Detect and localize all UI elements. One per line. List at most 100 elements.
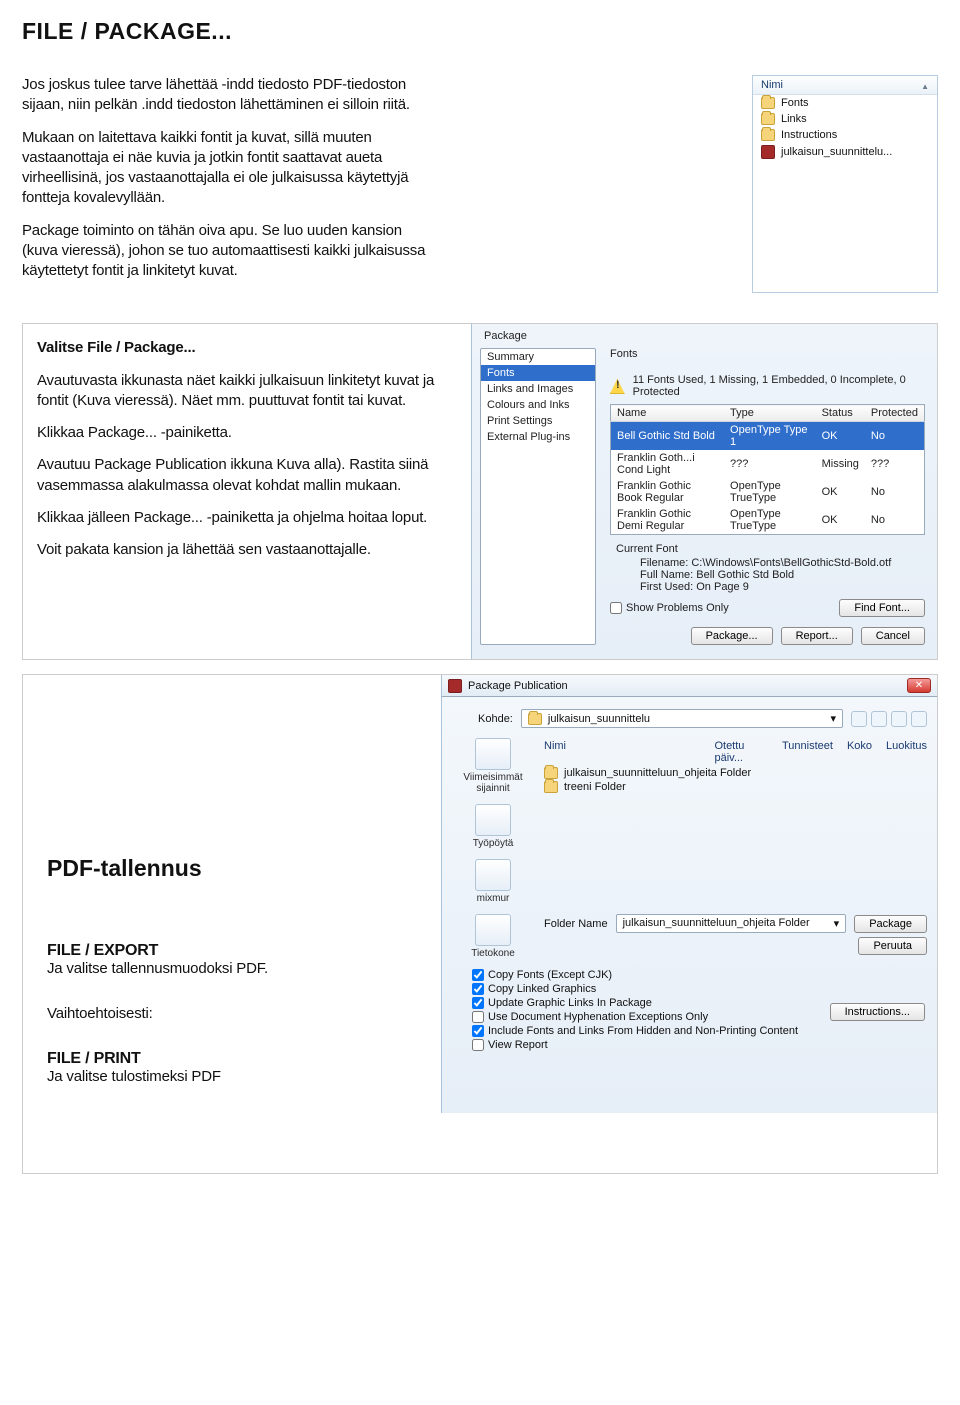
ppub-package-button[interactable]: Package xyxy=(854,915,927,933)
chevron-down-icon: ▾ xyxy=(834,917,840,930)
cell: ??? xyxy=(724,450,816,478)
report-button[interactable]: Report... xyxy=(781,627,853,645)
nimi-item-label: Fonts xyxy=(781,97,809,109)
page-heading: FILE / PACKAGE... xyxy=(22,18,938,45)
intro-row: Jos joskus tulee tarve lähettää -indd ti… xyxy=(22,75,938,293)
opt-label: Use Document Hyphenation Exceptions Only xyxy=(488,1011,708,1023)
opt-label: Include Fonts and Links From Hidden and … xyxy=(488,1025,798,1037)
place-computer[interactable]: Tietokone xyxy=(452,914,534,959)
folder-name-input[interactable]: julkaisun_suunnitteluun_ohjeita Folder ▾ xyxy=(616,914,847,933)
indesign-file-icon xyxy=(761,145,775,159)
place-user[interactable]: mixmur xyxy=(452,859,534,904)
cell: OK xyxy=(816,506,865,535)
kohde-label: Kohde: xyxy=(478,713,513,725)
opt-copy-fonts[interactable]: Copy Fonts (Except CJK) xyxy=(472,969,927,981)
nimi-item-fonts[interactable]: Fonts xyxy=(753,95,937,111)
export-section: FILE / EXPORT Ja valitse tallennusmuodok… xyxy=(47,942,423,977)
export-text: Ja valitse tallennusmuodoksi PDF. xyxy=(47,960,423,977)
package-dialog-title: Package xyxy=(480,328,929,348)
place-label: Tietokone xyxy=(452,948,534,959)
pkg-side-colours[interactable]: Colours and Inks xyxy=(481,397,595,413)
new-folder-icon[interactable] xyxy=(891,711,907,727)
package-category-list: Summary Fonts Links and Images Colours a… xyxy=(480,348,596,645)
intro-p2: Mukaan on laitettava kaikki fontit ja ku… xyxy=(22,128,438,209)
opt-label: Copy Fonts (Except CJK) xyxy=(488,969,612,981)
file-row[interactable]: julkaisun_suunnitteluun_ohjeita Folder xyxy=(544,766,927,780)
nimi-item-links[interactable]: Links xyxy=(753,111,937,127)
opt-include-hidden[interactable]: Include Fonts and Links From Hidden and … xyxy=(472,1025,927,1037)
nimi-item-label: Links xyxy=(781,113,807,125)
pkg-side-fonts[interactable]: Fonts xyxy=(481,365,595,381)
cancel-button[interactable]: Cancel xyxy=(861,627,925,645)
nimi-item-indd[interactable]: julkaisun_suunnittelu... xyxy=(753,143,937,161)
show-problems-label: Show Problems Only xyxy=(626,602,729,614)
pkg-side-links[interactable]: Links and Images xyxy=(481,381,595,397)
pdf-heading: PDF-tallennus xyxy=(47,855,423,882)
destination-row: Kohde: julkaisun_suunnittelu ▾ xyxy=(478,709,927,728)
col-tags[interactable]: Tunnisteet xyxy=(782,740,833,764)
chevron-down-icon: ▾ xyxy=(830,712,836,725)
col-type[interactable]: Type xyxy=(724,405,816,422)
opt-copy-graphics[interactable]: Copy Linked Graphics xyxy=(472,983,927,995)
nimi-panel: Nimi ▲ Fonts Links Instructions julkaisu… xyxy=(752,75,938,293)
col-nimi[interactable]: Nimi xyxy=(544,740,700,764)
col-date[interactable]: Otettu päiv... xyxy=(714,740,768,764)
opt-label: View Report xyxy=(488,1039,548,1051)
font-row[interactable]: Franklin Goth...i Cond Light ??? Missing… xyxy=(611,450,925,478)
package-button[interactable]: Package... xyxy=(691,627,773,645)
export-label: FILE / EXPORT xyxy=(47,942,423,960)
pkg-side-plugins[interactable]: External Plug-ins xyxy=(481,429,595,445)
col-protected[interactable]: Protected xyxy=(865,405,925,422)
show-problems-checkbox[interactable]: Show Problems Only xyxy=(610,602,729,614)
find-font-row: Show Problems Only Find Font... xyxy=(610,599,925,617)
file-list-area: Nimi Otettu päiv... Tunnisteet Koko Luok… xyxy=(544,738,927,955)
ppub-cancel-button[interactable]: Peruuta xyxy=(858,937,927,955)
place-desktop[interactable]: Työpöytä xyxy=(452,804,534,849)
mid-heading: Valitse File / Package... xyxy=(37,339,195,356)
font-row[interactable]: Bell Gothic Std Bold OpenType Type 1 OK … xyxy=(611,422,925,451)
file-name: julkaisun_suunnitteluun_ohjeita Folder xyxy=(564,767,751,779)
view-menu-icon[interactable] xyxy=(911,711,927,727)
back-icon[interactable] xyxy=(851,711,867,727)
cell: ??? xyxy=(865,450,925,478)
nimi-item-instructions[interactable]: Instructions xyxy=(753,127,937,143)
font-row[interactable]: Franklin Gothic Book Regular OpenType Tr… xyxy=(611,478,925,506)
ppub-titlebar[interactable]: Package Publication ✕ xyxy=(442,675,937,697)
place-label: Viimeisimmät sijainnit xyxy=(452,772,534,794)
cell: Franklin Gothic Demi Regular xyxy=(611,506,725,535)
destination-select[interactable]: julkaisun_suunnittelu ▾ xyxy=(521,709,843,728)
up-icon[interactable] xyxy=(871,711,887,727)
cell: Franklin Goth...i Cond Light xyxy=(611,450,725,478)
meta-fullname: Full Name: Bell Gothic Std Bold xyxy=(640,569,925,581)
col-name[interactable]: Name xyxy=(611,405,725,422)
instructions-button[interactable]: Instructions... xyxy=(830,1003,925,1021)
nimi-header[interactable]: Nimi ▲ xyxy=(753,76,937,95)
sort-indicator-icon: ▲ xyxy=(921,82,929,91)
file-row[interactable]: treeni Folder xyxy=(544,780,927,794)
toolbar-icons xyxy=(851,711,927,727)
mid-p1: Avautuvasta ikkunasta näet kaikki julkai… xyxy=(37,371,453,412)
desktop-icon xyxy=(475,804,511,836)
pkg-side-print[interactable]: Print Settings xyxy=(481,413,595,429)
folder-name-value: julkaisun_suunnitteluun_ohjeita Folder xyxy=(623,917,810,929)
col-size[interactable]: Koko xyxy=(847,740,872,764)
mid-p3: Avautuu Package Publication ikkuna Kuva … xyxy=(37,455,453,496)
place-recent[interactable]: Viimeisimmät sijainnit xyxy=(452,738,534,794)
opt-view-report[interactable]: View Report xyxy=(472,1039,927,1051)
close-icon[interactable]: ✕ xyxy=(907,678,931,693)
folder-icon xyxy=(761,129,775,141)
pkg-side-summary[interactable]: Summary xyxy=(481,349,595,365)
computer-icon xyxy=(475,914,511,946)
cell: OK xyxy=(816,478,865,506)
font-row[interactable]: Franklin Gothic Demi Regular OpenType Tr… xyxy=(611,506,925,535)
col-status[interactable]: Status xyxy=(816,405,865,422)
font-warning-row: 11 Fonts Used, 1 Missing, 1 Embedded, 0 … xyxy=(610,374,925,398)
alt-section: Vaihtoehtoisesti: xyxy=(47,1005,423,1022)
col-class[interactable]: Luokitus xyxy=(886,740,927,764)
place-label: mixmur xyxy=(452,893,534,904)
find-font-button[interactable]: Find Font... xyxy=(839,599,925,617)
package-dialog-buttons: Package... Report... Cancel xyxy=(610,627,925,645)
place-label: Työpöytä xyxy=(452,838,534,849)
cell: OpenType TrueType xyxy=(724,506,816,535)
font-table: Name Type Status Protected Bell Gothic S… xyxy=(610,404,925,535)
